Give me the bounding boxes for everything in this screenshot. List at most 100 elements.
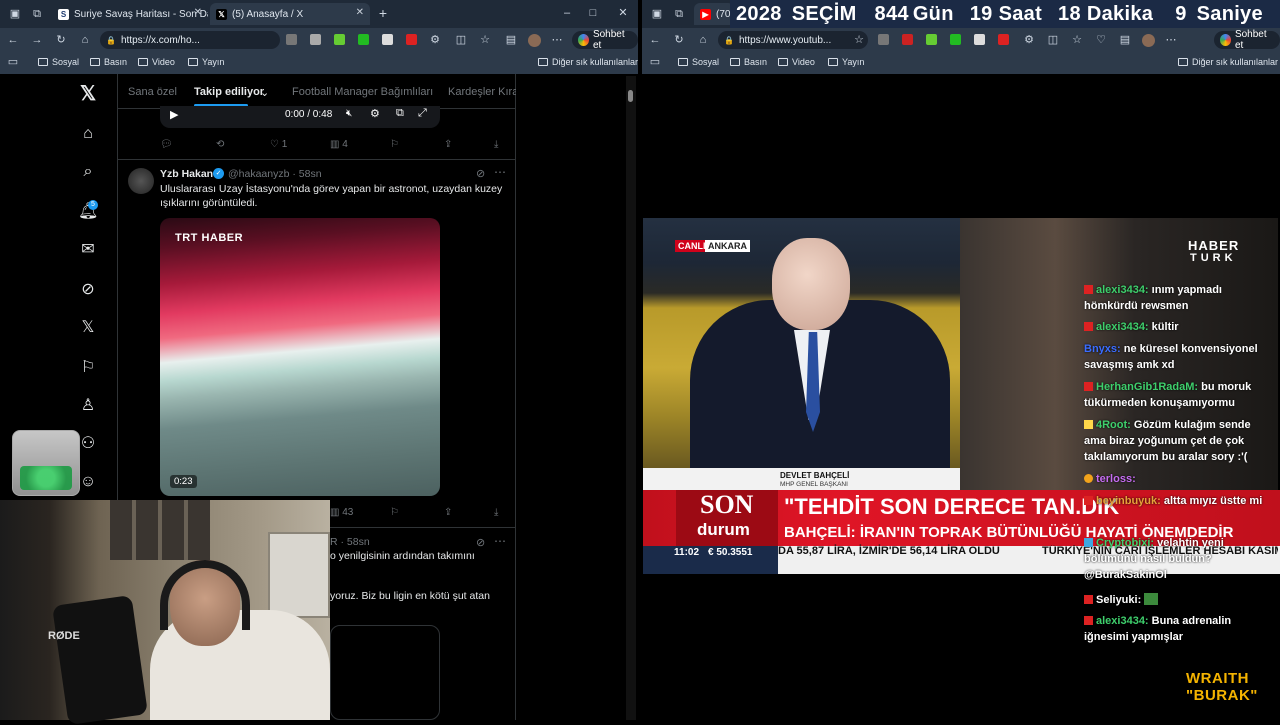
download-icon[interactable]: ⤓ (494, 507, 498, 518)
split-screen-icon[interactable]: ◫ (1046, 33, 1060, 47)
extension-icon[interactable] (998, 34, 1009, 45)
favorites-icon[interactable]: ☆ (478, 33, 492, 47)
bookmark-icon[interactable]: ⚐ (390, 139, 399, 150)
bookmark-basin[interactable]: Basın (730, 57, 767, 67)
refresh-icon[interactable]: ↻ (54, 33, 68, 47)
home-icon[interactable]: ⌂ (696, 33, 710, 47)
tweet2-media[interactable] (330, 625, 440, 720)
messages-envelope-icon[interactable]: ✉ (78, 240, 98, 260)
tab-suriye[interactable]: S Suriye Savaş Haritası - Son Dakika ✕ (52, 3, 208, 25)
favorite-star-icon[interactable]: ☆ (852, 33, 866, 47)
back-icon[interactable]: ← (648, 33, 662, 47)
settings-gear-icon[interactable]: ⚙ (370, 107, 380, 120)
extension-icon[interactable] (974, 34, 985, 45)
premium-x-icon[interactable]: 𝕏 (78, 318, 98, 338)
profile-avatar[interactable] (528, 34, 541, 47)
extension-icon[interactable] (950, 34, 961, 45)
tab-actions-icon[interactable]: ⧉ (672, 7, 686, 21)
workspaces-icon[interactable]: ▣ (8, 7, 22, 21)
chevron-down-icon[interactable]: ⌄ (260, 86, 269, 99)
close-window-icon[interactable]: ✕ (616, 6, 630, 20)
url-field[interactable]: 🔒 https://www.youtub... (718, 31, 868, 49)
like-icon[interactable]: ♡ 1 (270, 139, 287, 150)
tab-actions-icon[interactable]: ⧉ (30, 7, 44, 21)
collections-icon[interactable]: ▤ (504, 33, 518, 47)
mute-icon[interactable]: 🔇︎ (346, 108, 352, 119)
x-logo-icon[interactable]: 𝕏 (78, 84, 98, 104)
bookmark-icon[interactable]: ⚐ (390, 507, 399, 518)
page-scrollbar[interactable] (626, 76, 636, 720)
tab-list-fm[interactable]: Football Manager Bağımlıları (292, 86, 433, 98)
favorites-icon[interactable]: ☆ (1070, 33, 1084, 47)
close-tab-icon[interactable]: ✕ (356, 7, 364, 18)
jobs-icon[interactable]: ♙ (78, 396, 98, 416)
new-tab-icon[interactable]: + (376, 6, 390, 20)
play-icon[interactable]: ▶ (170, 108, 178, 121)
sidebar-toggle-icon[interactable]: ▭ (6, 55, 20, 69)
extension-icon[interactable] (334, 34, 345, 45)
close-tab-icon[interactable]: ✕ (194, 7, 202, 18)
tweet-avatar[interactable] (128, 168, 154, 194)
scrollbar-thumb[interactable] (628, 90, 633, 102)
forward-icon[interactable]: → (30, 33, 44, 47)
extension-icon[interactable] (310, 34, 321, 45)
extensions-puzzle-icon[interactable]: ⚙ (428, 33, 442, 47)
profile-avatar[interactable] (1142, 34, 1155, 47)
bookmark-yayin[interactable]: Yayın (828, 57, 864, 67)
more-options-icon[interactable]: ⋯ (494, 534, 506, 548)
tab-for-you[interactable]: Sana özel (128, 86, 177, 98)
tab-youtube[interactable]: ▶ (708 (694, 3, 734, 25)
refresh-icon[interactable]: ↻ (672, 33, 686, 47)
tweet-handle[interactable]: @hakaanyzb · 58sn (228, 168, 322, 180)
bookmarks-icon[interactable]: ⚐ (78, 358, 98, 378)
tweet2-handle[interactable]: R · 58sn (330, 536, 370, 548)
search-icon[interactable]: ⌕ (78, 162, 98, 182)
back-icon[interactable]: ← (6, 33, 20, 47)
tab-list-kardesler[interactable]: Kardeşler Kıra (448, 86, 516, 98)
profile-icon[interactable]: ☺ (78, 472, 98, 492)
pip-icon[interactable]: ⧉ (396, 107, 404, 120)
extension-icon[interactable] (878, 34, 889, 45)
bookmark-video[interactable]: Video (138, 57, 175, 67)
fullscreen-icon[interactable]: ⤢ (418, 107, 427, 120)
maximize-icon[interactable]: □ (586, 6, 600, 20)
url-field[interactable]: 🔒 https://x.com/ho... (100, 31, 280, 49)
more-menu-icon[interactable]: ⋯ (1164, 33, 1178, 47)
sidebar-toggle-icon[interactable]: ▭ (648, 55, 662, 69)
extension-icon[interactable] (358, 34, 369, 45)
bookmark-other[interactable]: Diğer sık kullanılanlar (1178, 57, 1278, 67)
download-icon[interactable]: ⤓ (494, 139, 498, 150)
extension-icon[interactable] (406, 34, 417, 45)
home-icon[interactable]: ⌂ (78, 33, 92, 47)
communities-icon[interactable]: ⚇ (78, 434, 98, 454)
more-options-icon[interactable]: ⋯ (494, 165, 506, 179)
grok-explain-icon[interactable]: ⊘ (476, 536, 485, 549)
bookmark-sosyal[interactable]: Sosyal (38, 57, 79, 67)
extension-icon[interactable] (382, 34, 393, 45)
grok-explain-icon[interactable]: ⊘ (476, 167, 485, 180)
share-icon[interactable]: ⇪ (444, 139, 452, 150)
repost-icon[interactable]: ⟲ (216, 139, 224, 150)
extension-icon[interactable] (902, 34, 913, 45)
bookmark-other[interactable]: Diğer sık kullanılanlar (538, 57, 638, 67)
views-icon[interactable]: ▥ 43 (330, 507, 353, 518)
bookmark-video[interactable]: Video (778, 57, 815, 67)
tab-x-home[interactable]: 𝕏 (5) Anasayfa / X ✕ (210, 3, 370, 25)
tweet-video-aurora[interactable] (160, 218, 440, 496)
collections-icon[interactable]: ▤ (1118, 33, 1132, 47)
bookmark-sosyal[interactable]: Sosyal (678, 57, 719, 67)
tab-following[interactable]: Takip ediliyor (194, 86, 264, 98)
tweet-author-name[interactable]: Yzb Hakan (160, 168, 213, 180)
more-menu-icon[interactable]: ⋯ (550, 33, 564, 47)
copilot-chat-button[interactable]: Sohbet et (572, 29, 638, 51)
reply-icon[interactable]: 💬︎ (160, 139, 173, 150)
copilot-chat-button[interactable]: Sohbet et (1214, 29, 1280, 51)
extension-icon[interactable] (286, 34, 297, 45)
home-icon[interactable]: ⌂ (78, 124, 98, 144)
workspaces-icon[interactable]: ▣ (650, 7, 664, 21)
views-icon[interactable]: ▥ 4 (330, 139, 348, 150)
grok-icon[interactable]: ⊘ (78, 280, 98, 300)
split-screen-icon[interactable]: ◫ (454, 33, 468, 47)
extensions-puzzle-icon[interactable]: ⚙ (1022, 33, 1036, 47)
minimize-icon[interactable]: – (560, 6, 574, 20)
